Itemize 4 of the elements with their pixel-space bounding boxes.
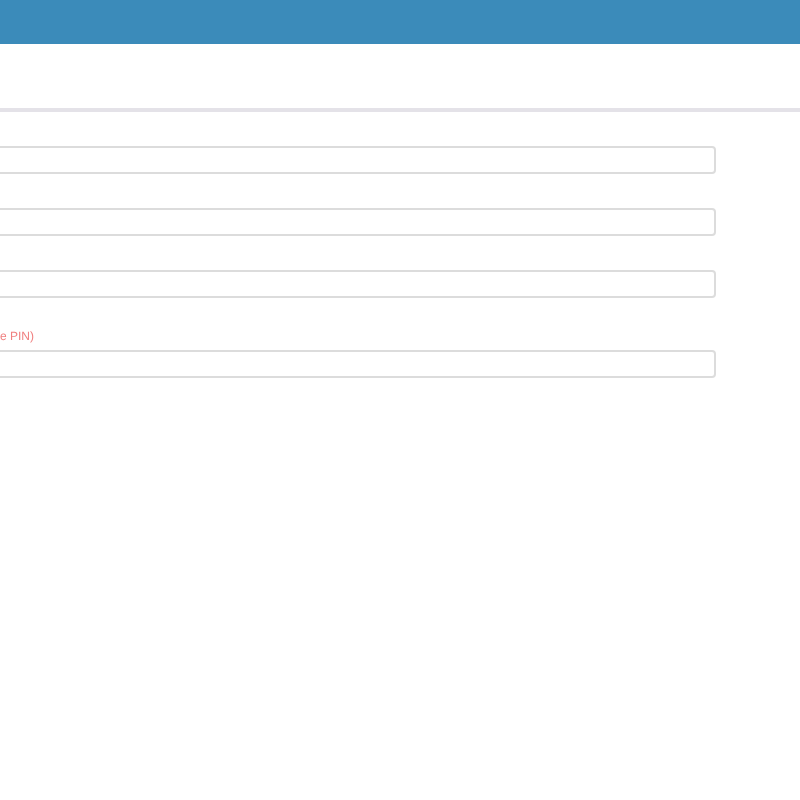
- input-field[interactable]: [0, 208, 716, 236]
- input-field[interactable]: [0, 350, 716, 378]
- input-field[interactable]: [0, 146, 716, 174]
- input-field[interactable]: [0, 270, 716, 298]
